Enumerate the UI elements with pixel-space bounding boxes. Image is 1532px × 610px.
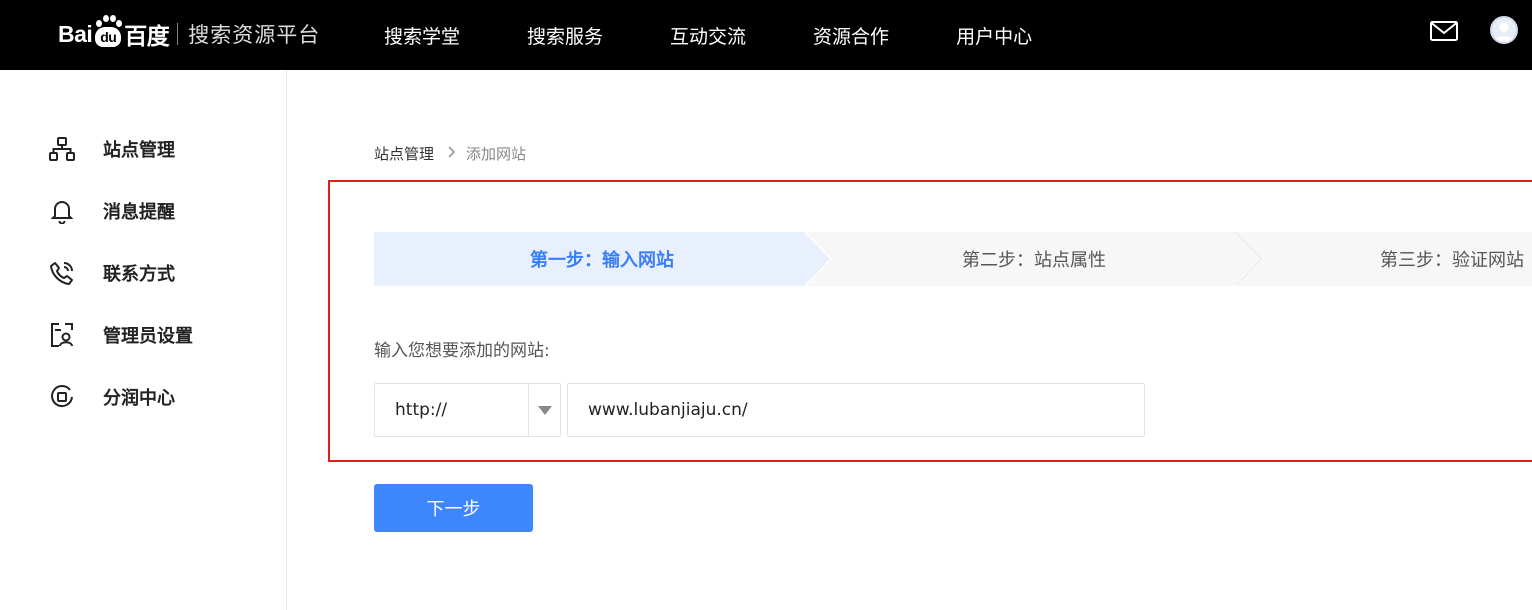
step-progress: 第三步：验证网站 第二步：站点属性 第一步：输入网站	[374, 232, 1532, 286]
sidebar-item-site-management[interactable]: 站点管理	[48, 134, 175, 164]
platform-name: 搜索资源平台	[188, 23, 321, 47]
step-divider-chevron	[1236, 232, 1264, 286]
logo-text-right: 百度	[124, 23, 170, 49]
website-url-input[interactable]	[567, 383, 1145, 437]
revenue-icon	[48, 383, 76, 411]
baidu-logo[interactable]: Bai du 百度 搜索资源平台	[58, 10, 320, 58]
chevron-right-icon	[448, 146, 456, 162]
sidebar-item-label: 管理员设置	[103, 326, 193, 347]
sidebar-item-admin-settings[interactable]: 管理员设置	[48, 320, 193, 350]
logo-text-paw: du	[95, 27, 122, 47]
protocol-select[interactable]: http://	[374, 383, 561, 437]
logo-divider	[177, 23, 179, 45]
sidebar-item-notifications[interactable]: 消息提醒	[48, 196, 175, 226]
breadcrumb-current: 添加网站	[466, 145, 527, 163]
nav-item-user-center[interactable]: 用户中心	[956, 22, 1032, 49]
sidebar-item-label: 消息提醒	[103, 202, 175, 223]
caret-down-icon[interactable]	[528, 384, 560, 436]
nav-item-search-services[interactable]: 搜索服务	[527, 22, 603, 49]
nav-item-partnership[interactable]: 资源合作	[813, 22, 889, 49]
mail-icon[interactable]	[1430, 21, 1458, 41]
step-label: 第三步：验证网站	[1380, 250, 1524, 271]
step-3-verify-site: 第三步：验证网站	[1238, 232, 1532, 286]
paw-icon: du	[93, 15, 123, 47]
breadcrumb-parent-link[interactable]: 站点管理	[374, 143, 434, 164]
logo-wordmark: Bai du 百度	[58, 15, 170, 51]
nav-item-search-academy[interactable]: 搜索学堂	[384, 22, 460, 49]
sidebar: 站点管理 消息提醒 联系方式 管理员设置 分润中心	[0, 70, 287, 610]
sidebar-item-label: 站点管理	[103, 140, 175, 161]
sidebar-item-label: 联系方式	[103, 264, 175, 285]
step-label: 第二步：站点属性	[962, 250, 1106, 271]
sidebar-item-contact[interactable]: 联系方式	[48, 258, 175, 288]
bell-icon	[48, 197, 76, 225]
logo-text-left: Bai	[58, 20, 93, 47]
main-nav: 搜索学堂 搜索服务 互动交流 资源合作 用户中心	[384, 0, 1099, 70]
step-1-input-site: 第一步：输入网站	[374, 232, 830, 286]
step-label: 第一步：输入网站	[530, 250, 674, 271]
nav-item-community[interactable]: 互动交流	[670, 22, 746, 49]
step-2-site-attributes: 第二步：站点属性	[806, 232, 1262, 286]
protocol-value: http://	[395, 400, 448, 420]
next-step-button[interactable]: 下一步	[374, 484, 533, 532]
top-navigation-bar: Bai du 百度 搜索资源平台 搜索学堂 搜索服务 互动交流 资源合作 用户中…	[0, 0, 1532, 70]
phone-icon	[48, 259, 76, 287]
breadcrumb: 站点管理 添加网站	[374, 143, 526, 164]
website-input-label: 输入您想要添加的网站:	[374, 341, 550, 361]
sitemap-icon	[48, 135, 76, 163]
user-avatar-icon[interactable]	[1490, 16, 1518, 44]
sidebar-item-label: 分润中心	[103, 388, 175, 409]
admin-icon	[48, 321, 76, 349]
sidebar-item-revenue-center[interactable]: 分润中心	[48, 382, 175, 412]
